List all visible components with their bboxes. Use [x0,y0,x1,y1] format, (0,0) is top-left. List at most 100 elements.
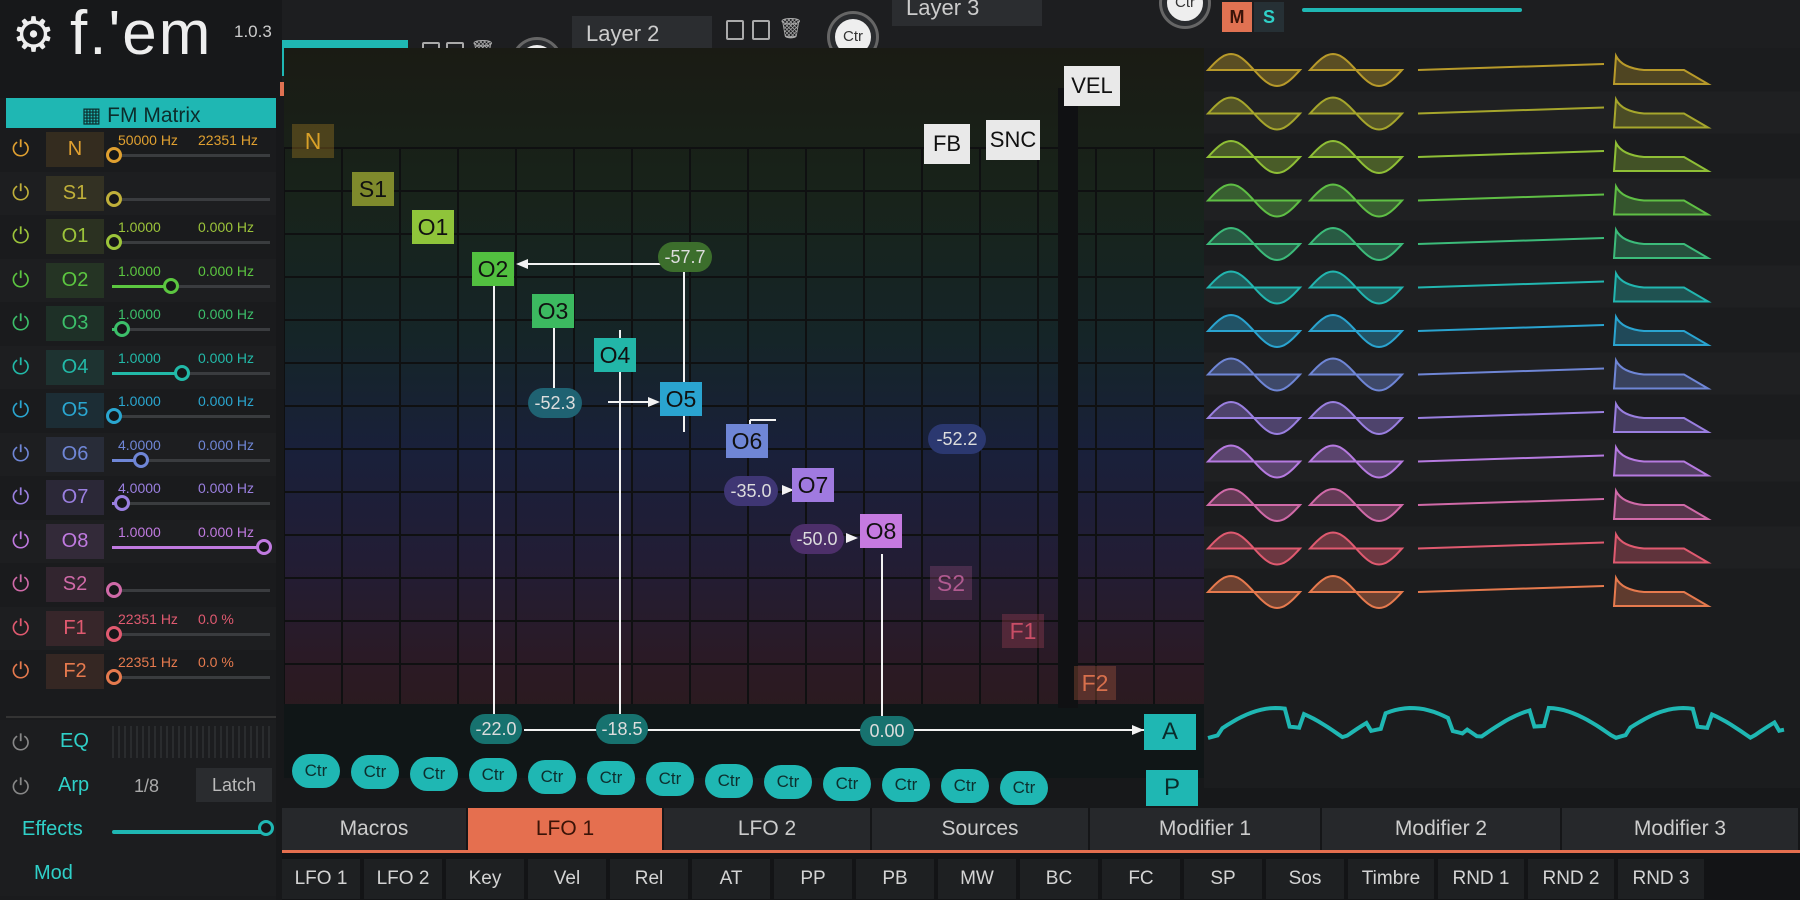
amount-pill[interactable]: -57.7 [658,242,712,272]
layer-3-knob[interactable]: Ctr [1162,0,1208,26]
operator-value-1[interactable]: 50000 Hz [118,132,178,148]
mod-source-rnd-3[interactable]: RND 3 [1618,859,1706,899]
operator-value-1[interactable]: 1.0000 [118,219,161,235]
layer-3-volume-slider[interactable] [1302,8,1522,12]
waveform-row[interactable] [1204,309,1800,351]
operator-slider-thumb[interactable] [106,190,122,207]
tab-modifier-1[interactable]: Modifier 1 [1090,808,1322,850]
operator-value-2[interactable]: 0.000 Hz [198,263,254,279]
mod-source-mw[interactable]: MW [938,859,1018,899]
eq-label[interactable]: EQ [60,730,89,753]
operator-slider-track[interactable] [112,676,270,679]
ctr-button[interactable]: Ctr [1000,770,1048,805]
mod-source-lfo-1[interactable]: LFO 1 [282,859,362,899]
power-icon[interactable]: ⏻ [12,486,29,508]
operator-slider-thumb[interactable] [114,495,130,511]
trash-icon[interactable]: 🗑 [778,16,803,41]
power-icon[interactable]: ⏻ [12,774,29,800]
operator-label[interactable]: O8 [46,523,104,559]
matrix-node-o3[interactable]: O3 [532,294,574,328]
operator-value-1[interactable]: 1.0000 [118,306,161,322]
matrix-node-f1[interactable]: F1 [1002,614,1044,648]
operator-slider-thumb[interactable] [106,408,122,424]
power-icon[interactable]: ⏻ [12,225,29,247]
power-icon[interactable]: ⏻ [12,529,29,552]
operator-slider-track[interactable] [112,197,270,201]
matrix-node-o4[interactable]: O4 [594,338,636,372]
operator-value-2[interactable]: 0.0 % [198,611,234,627]
layer-2-tab[interactable]: Layer 2 [572,16,712,52]
mod-source-at[interactable]: AT [692,859,772,899]
snc-header[interactable]: SNC [986,120,1040,160]
power-icon[interactable]: ⏻ [12,138,29,160]
mod-source-pb[interactable]: PB [856,859,936,899]
ctr-button[interactable]: Ctr [528,759,576,794]
tab-sources[interactable]: Sources [872,808,1090,850]
vel-header[interactable]: VEL [1064,66,1120,106]
operator-value-2[interactable]: 0.000 Hz [198,437,254,453]
waveform-row[interactable] [1204,483,1800,525]
operator-value-1[interactable]: 4.0000 [118,437,161,453]
waveform-row[interactable] [1204,352,1800,395]
mod-source-fc[interactable]: FC [1102,859,1182,899]
waveform-row[interactable] [1204,48,1800,90]
layer-3-tab[interactable]: Layer 3 [892,0,1042,26]
matrix-node-n[interactable]: N [292,124,334,158]
operator-slider-track[interactable] [112,154,270,157]
operator-slider-thumb[interactable] [114,321,130,337]
waveform-row[interactable] [1204,91,1800,134]
matrix-node-s1[interactable]: S1 [352,172,394,206]
operator-slider-thumb[interactable] [256,538,272,555]
tab-modifier-2[interactable]: Modifier 2 [1322,808,1562,850]
waveform-row[interactable] [1204,135,1800,177]
operator-value-2[interactable]: 0.000 Hz [198,480,254,496]
operator-value-2[interactable]: 0.0 % [198,654,234,670]
operator-label[interactable]: O3 [46,306,104,341]
amount-pill[interactable]: -18.5 [596,714,648,744]
matrix-node-o6[interactable]: O6 [726,424,768,458]
power-icon[interactable]: ⏻ [12,616,29,639]
operator-value-1[interactable]: 22351 Hz [118,654,178,670]
operator-slider-thumb[interactable] [106,147,122,163]
matrix-node-f2[interactable]: F2 [1074,666,1116,700]
operator-slider-thumb[interactable] [163,277,179,294]
power-icon[interactable]: ⏻ [12,660,29,682]
tab-modifier-3[interactable]: Modifier 3 [1562,808,1800,850]
operator-label[interactable]: O1 [46,219,104,254]
waveform-row[interactable] [1204,222,1800,264]
mod-source-lfo-2[interactable]: LFO 2 [364,859,444,899]
operator-value-2[interactable]: 0.000 Hz [198,219,254,235]
power-icon[interactable]: ⏻ [12,399,29,421]
waveform-row[interactable] [1204,570,1800,612]
ctr-button[interactable]: Ctr [351,755,399,790]
mod-source-rel[interactable]: Rel [610,859,690,899]
ctr-button[interactable]: Ctr [469,758,517,793]
amount-pill[interactable]: -22.0 [470,714,522,744]
waveform-row[interactable] [1204,439,1800,482]
matrix-node-o2[interactable]: O2 [472,252,514,286]
arp-label[interactable]: Arp [58,774,89,797]
operator-slider-track[interactable] [112,415,270,418]
operator-slider-track[interactable] [112,589,270,592]
mod-label[interactable]: Mod [34,862,73,885]
waveform-row[interactable] [1204,265,1800,308]
mod-source-timbre[interactable]: Timbre [1348,859,1436,899]
operator-label[interactable]: N [46,132,104,167]
power-icon[interactable]: ⏻ [12,442,29,465]
mod-source-sp[interactable]: SP [1184,859,1264,899]
layer-3-mute-button[interactable]: M [1222,2,1252,32]
ctr-button[interactable]: Ctr [764,765,812,800]
operator-slider-thumb[interactable] [174,364,190,381]
output-p-button[interactable]: P [1146,770,1198,806]
operator-label[interactable]: O4 [46,349,104,385]
operator-value-2[interactable]: 0.000 Hz [198,306,254,322]
ctr-button[interactable]: Ctr [292,754,340,788]
operator-slider-track[interactable] [112,241,270,244]
operator-slider-track[interactable] [112,632,270,636]
matrix-node-s2[interactable]: S2 [930,566,972,600]
tab-lfo-2[interactable]: LFO 2 [664,808,872,850]
operator-value-1[interactable]: 22351 Hz [118,611,178,627]
matrix-node-o7[interactable]: O7 [792,468,834,502]
operator-slider-thumb[interactable] [133,451,149,468]
mod-source-rnd-2[interactable]: RND 2 [1528,859,1616,899]
